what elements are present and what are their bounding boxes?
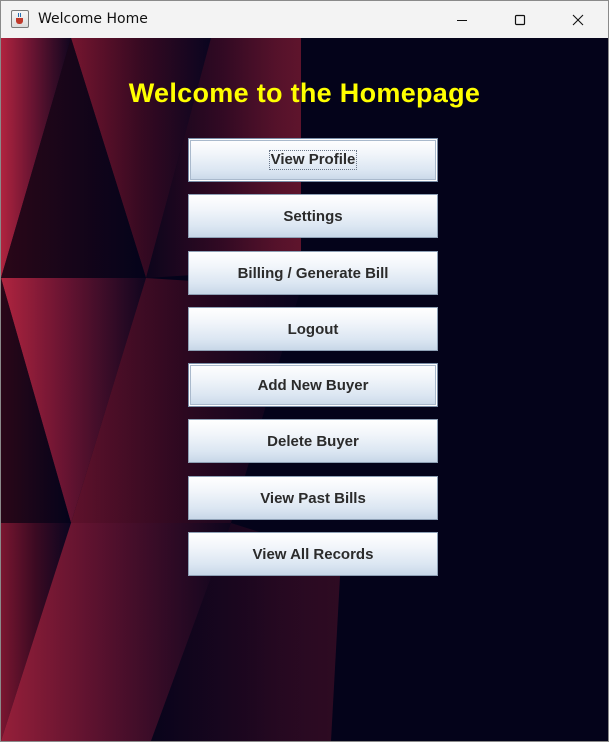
- window-title: Welcome Home: [38, 11, 148, 27]
- settings-button[interactable]: Settings: [188, 194, 438, 238]
- view-profile-button[interactable]: View Profile: [188, 138, 438, 182]
- maximize-button[interactable]: [491, 1, 549, 38]
- view-all-records-button[interactable]: View All Records: [188, 532, 438, 576]
- page-heading: Welcome to the Homepage: [128, 78, 481, 108]
- app-window: Welcome Home Welcome to the Homepage Vie…: [0, 0, 609, 742]
- close-icon: [572, 14, 584, 25]
- logout-button[interactable]: Logout: [188, 307, 438, 351]
- title-bar[interactable]: Welcome Home: [1, 1, 608, 38]
- java-cup-icon: [11, 10, 29, 28]
- view-profile-label: View Profile: [268, 150, 358, 170]
- delete-buyer-button[interactable]: Delete Buyer: [188, 419, 438, 463]
- view-past-bills-button[interactable]: View Past Bills: [188, 476, 438, 520]
- close-button[interactable]: [549, 1, 607, 38]
- minimize-button[interactable]: [433, 1, 491, 38]
- add-new-buyer-button[interactable]: Add New Buyer: [188, 363, 438, 407]
- billing-generate-bill-button[interactable]: Billing / Generate Bill: [188, 251, 438, 295]
- main-panel: Welcome to the Homepage View Profile Set…: [1, 38, 608, 741]
- maximize-icon: [514, 14, 526, 25]
- minimize-icon: [457, 19, 467, 21]
